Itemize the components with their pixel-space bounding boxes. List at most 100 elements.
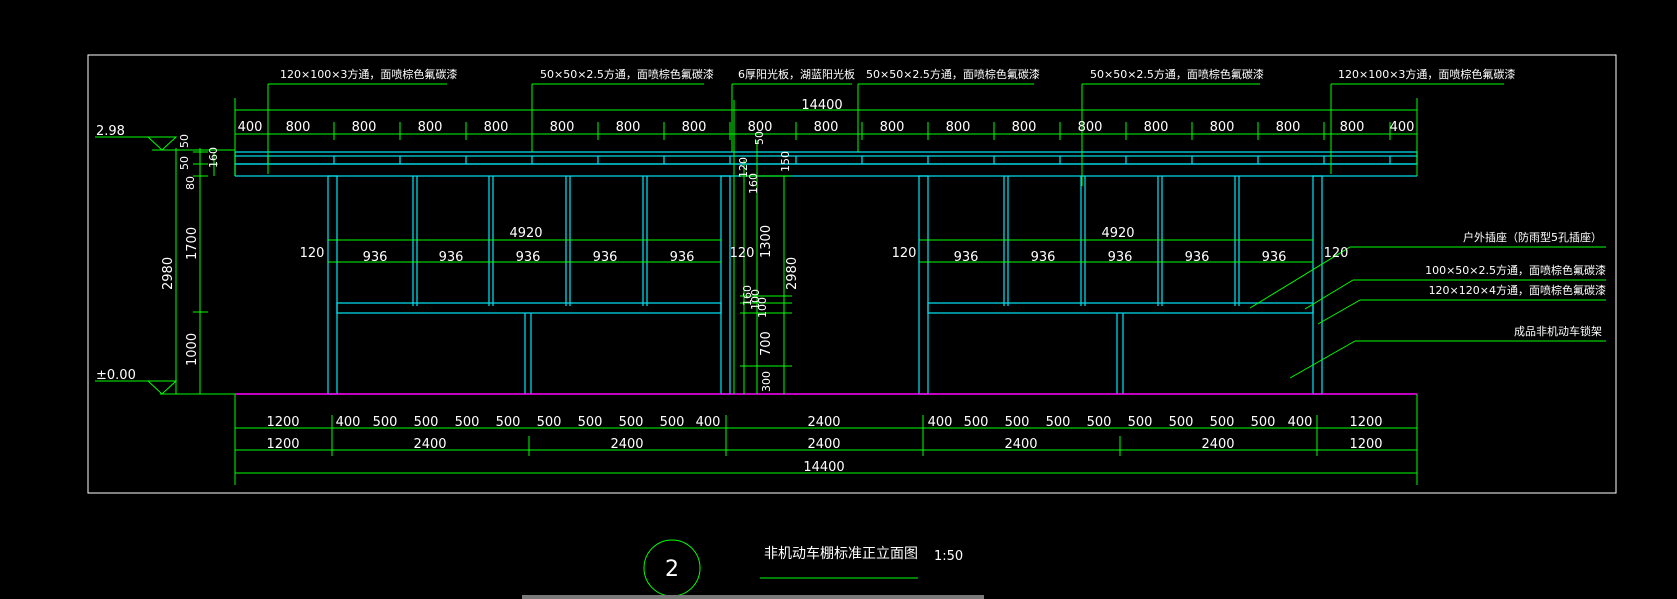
bottom-dim: 2400 xyxy=(1201,437,1234,452)
top-dim: 800 xyxy=(946,120,971,135)
left-dim: 50 xyxy=(178,134,191,148)
callout-top-left: 120×100×3方通，面喷棕色氟碳漆 xyxy=(280,67,457,81)
mid-dim: 1300 xyxy=(759,225,774,258)
mid-dim: 300 xyxy=(760,371,773,392)
bay-dim: 120 xyxy=(300,246,325,261)
mid-dim: 2980 xyxy=(785,257,800,290)
bottom-dim: 500 xyxy=(1005,415,1030,430)
mid-dim: 150 xyxy=(779,151,792,172)
bottom-dim: 1200 xyxy=(266,415,299,430)
title-block: 2 非机动车棚标准正立面图 1:50 xyxy=(643,539,963,597)
callout-top-mid-left: 50×50×2.5方通，面喷棕色氟碳漆 xyxy=(540,67,714,81)
bottom-total: 14400 xyxy=(803,460,844,475)
left-dimension-texts: 2.98 ±0.00 50 50 80 160 1700 2980 1000 xyxy=(96,124,220,383)
bottom-dim: 400 xyxy=(1288,415,1313,430)
left-dim: 50 xyxy=(178,156,191,170)
bottom-dim: 500 xyxy=(660,415,685,430)
bottom-dim: 500 xyxy=(619,415,644,430)
top-dim: 800 xyxy=(286,120,311,135)
bottom-dim: 500 xyxy=(964,415,989,430)
bay-dim: 120 xyxy=(1324,246,1349,261)
roof-beam xyxy=(234,151,1418,165)
callout-right-2: 100×50×2.5方通，面喷棕色氟碳漆 xyxy=(1425,263,1606,277)
callout-top-mid-right: 50×50×2.5方通，面喷棕色氟碳漆 xyxy=(866,67,1040,81)
bay-dim: 120 xyxy=(730,246,755,261)
bottom-dim: 500 xyxy=(496,415,521,430)
top-dim: 800 xyxy=(1144,120,1169,135)
bay-dim: 936 xyxy=(670,250,695,265)
mid-dim: 100 xyxy=(756,297,769,318)
main-columns xyxy=(327,175,1323,395)
bay-dim: 936 xyxy=(1108,250,1133,265)
bottom-dim: 2400 xyxy=(1004,437,1037,452)
mid-dim: 700 xyxy=(759,331,774,356)
left-dim: 160 xyxy=(207,147,220,168)
left-dim: 2980 xyxy=(161,257,176,290)
bottom-dim: 400 xyxy=(336,415,361,430)
level-top: 2.98 xyxy=(96,124,125,139)
purlin-marks xyxy=(267,156,1391,164)
top-dim: 800 xyxy=(880,120,905,135)
canopy-structure xyxy=(234,151,1418,395)
right-bay-texts: 4920 120 936 936 936 936 936 120 xyxy=(892,226,1349,265)
bottom-dim: 400 xyxy=(928,415,953,430)
bottom-dim: 500 xyxy=(1087,415,1112,430)
drawing-scale: 1:50 xyxy=(934,549,963,564)
bottom-row1-texts: 1200 400 500 500 500 500 500 500 500 500… xyxy=(266,415,1382,430)
right-bay-frames xyxy=(927,176,1314,394)
top-dim: 800 xyxy=(616,120,641,135)
callout-top-center: 6厚阳光板，湖蓝阳光板 xyxy=(738,67,855,81)
top-dim: 400 xyxy=(238,120,263,135)
drawing-number: 2 xyxy=(665,557,679,582)
top-dim: 800 xyxy=(1210,120,1235,135)
bottom-dim: 500 xyxy=(578,415,603,430)
bottom-dim: 500 xyxy=(1046,415,1071,430)
bay-dim: 936 xyxy=(1262,250,1287,265)
mid-dimension-texts: 120 160 150 1300 2980 160 100 100 700 30… xyxy=(737,151,800,392)
top-dim: 400 xyxy=(1390,120,1415,135)
bottom-row2-texts: 1200 2400 2400 2400 2400 2400 1200 14400 xyxy=(266,437,1382,475)
drawing-title: 非机动车棚标准正立面图 xyxy=(764,545,918,562)
callout-top-right-a: 50×50×2.5方通，面喷棕色氟碳漆 xyxy=(1090,67,1264,81)
bay-dim: 936 xyxy=(954,250,979,265)
bottom-dim: 400 xyxy=(696,415,721,430)
drawing-frame xyxy=(87,54,1617,494)
left-dim: 80 xyxy=(184,176,197,190)
horizontal-scrollbar[interactable] xyxy=(522,595,984,599)
bay-dim: 936 xyxy=(363,250,388,265)
callout-texts: 120×100×3方通，面喷棕色氟碳漆 50×50×2.5方通，面喷棕色氟碳漆 … xyxy=(280,67,1606,338)
bay-dim: 936 xyxy=(439,250,464,265)
left-bay-texts: 4920 120 936 936 936 936 936 120 xyxy=(300,226,755,265)
bottom-dim: 1200 xyxy=(1349,415,1382,430)
bottom-dim: 1200 xyxy=(1349,437,1382,452)
top-dim: 800 xyxy=(484,120,509,135)
callout-top-right-b: 120×100×3方通，面喷棕色氟碳漆 xyxy=(1338,67,1515,81)
bottom-dim: 500 xyxy=(455,415,480,430)
left-dim: 1000 xyxy=(185,333,200,366)
bottom-dim: 500 xyxy=(1210,415,1235,430)
bay-width: 4920 xyxy=(509,226,542,241)
bottom-dim: 500 xyxy=(1128,415,1153,430)
callout-right-1: 户外插座（防雨型5孔插座） xyxy=(1463,230,1602,244)
callout-right-3: 120×120×4方通，面喷棕色氟碳漆 xyxy=(1429,283,1606,297)
bay-dim: 936 xyxy=(593,250,618,265)
top-dim: 800 xyxy=(352,120,377,135)
top-total: 14400 xyxy=(801,98,842,113)
bottom-dim: 500 xyxy=(414,415,439,430)
elevation-drawing: 120×100×3方通，面喷棕色氟碳漆 50×50×2.5方通，面喷棕色氟碳漆 … xyxy=(87,54,1617,599)
top-dim: 800 xyxy=(418,120,443,135)
top-dim: 800 xyxy=(1012,120,1037,135)
top-dim: 800 xyxy=(550,120,575,135)
bottom-dim: 500 xyxy=(373,415,398,430)
callout-right-4: 成品非机动车锁架 xyxy=(1514,324,1602,338)
bay-dim: 120 xyxy=(892,246,917,261)
top-dim: 800 xyxy=(682,120,707,135)
top-dim: 800 xyxy=(1078,120,1103,135)
top-dim: 800 xyxy=(1340,120,1365,135)
bottom-dim: 2400 xyxy=(807,437,840,452)
bay-dim: 936 xyxy=(1031,250,1056,265)
bottom-dim: 2400 xyxy=(610,437,643,452)
top-dim: 800 xyxy=(1276,120,1301,135)
dimension-lines xyxy=(95,83,1606,579)
left-dim: 1700 xyxy=(185,227,200,260)
